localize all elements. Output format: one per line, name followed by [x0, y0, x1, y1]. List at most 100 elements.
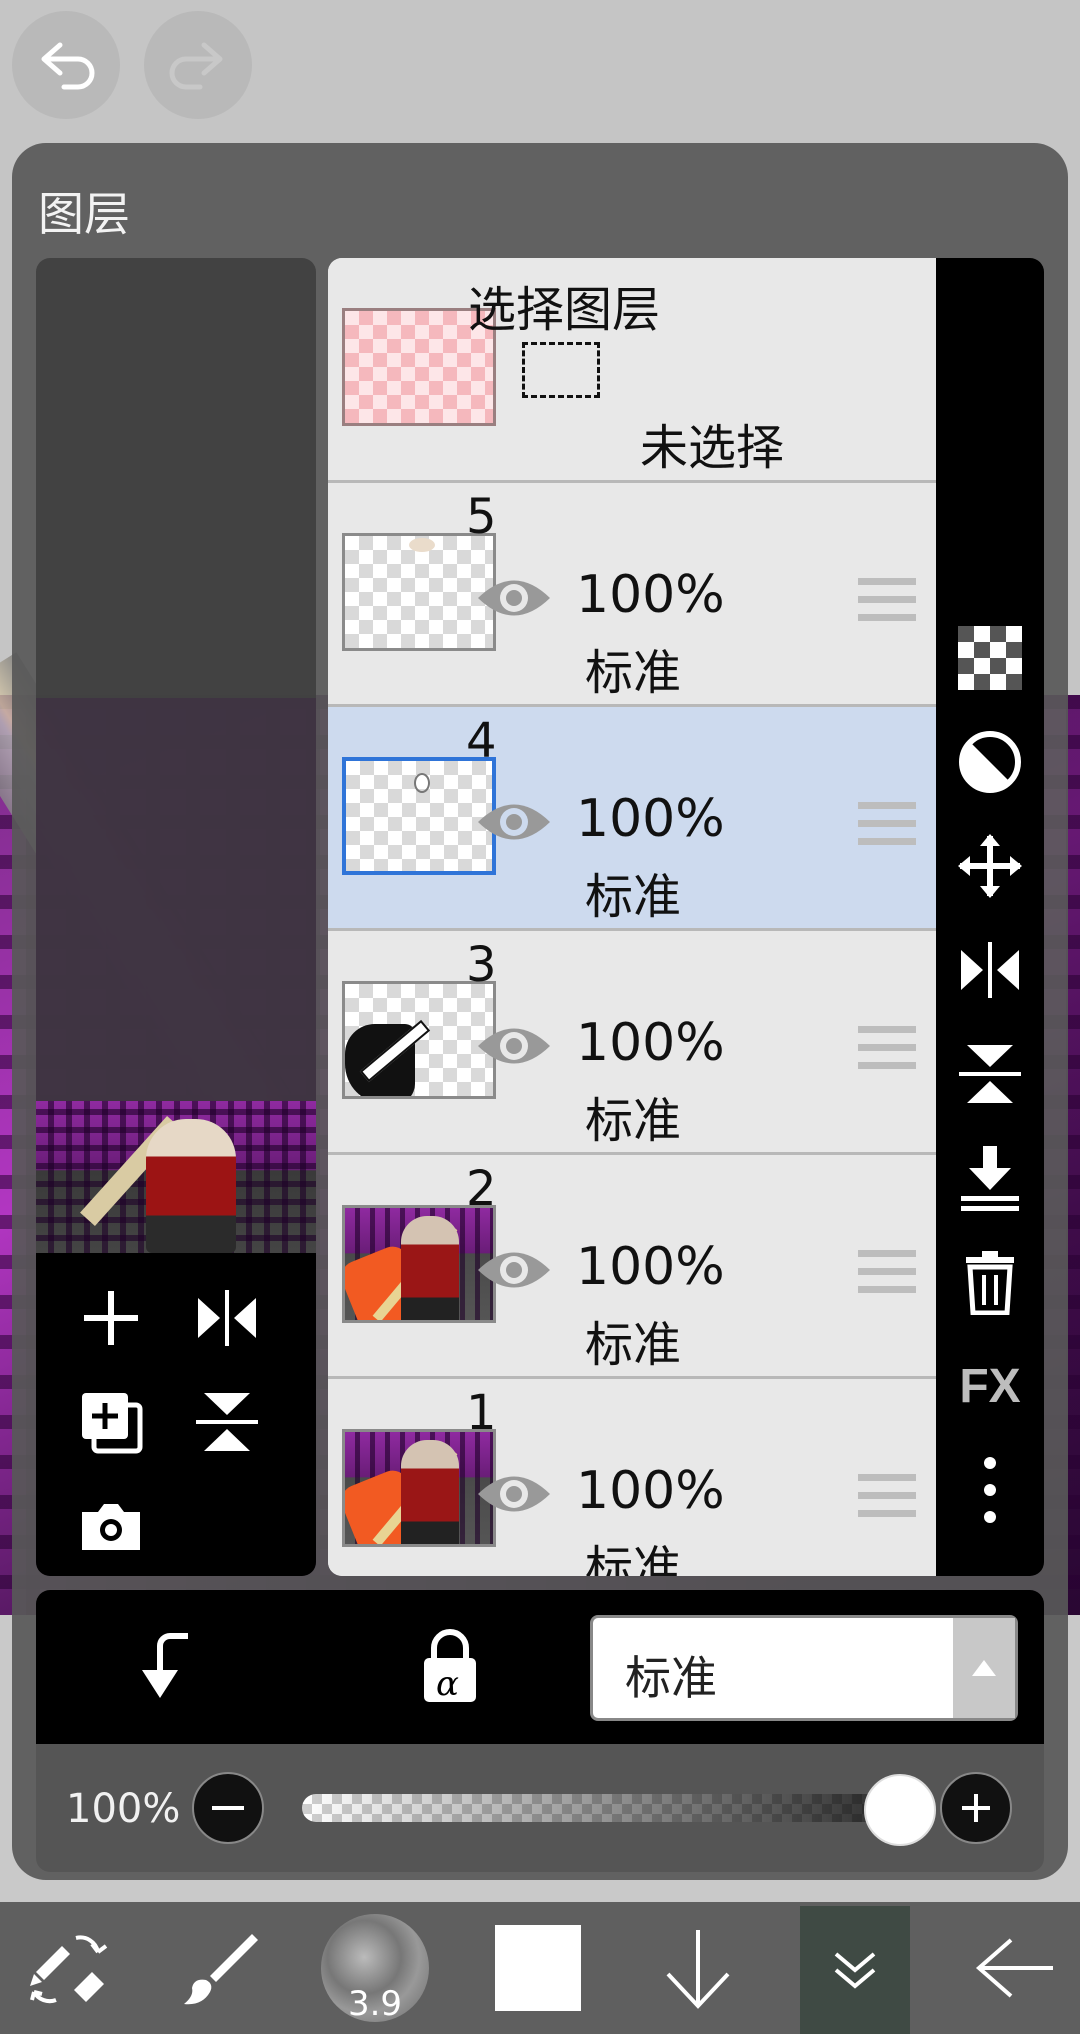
eye-icon[interactable] [474, 795, 554, 849]
layer-row-selected[interactable]: 4 100% 标准 [328, 704, 936, 928]
eye-icon[interactable] [474, 1243, 554, 1297]
layer-blend-mode: 标准 [585, 869, 682, 925]
drag-handle-icon[interactable] [858, 1474, 916, 1528]
opacity-value: 100% [66, 1786, 181, 1832]
transparency-button[interactable] [954, 622, 1026, 694]
flip-layer-vertical-button[interactable] [182, 1377, 272, 1467]
duplicate-layer-button[interactable] [66, 1377, 156, 1467]
return-down-icon [142, 1633, 188, 1698]
merge-down-button[interactable] [954, 1142, 1026, 1214]
plus-icon [84, 1291, 138, 1345]
brush-size-value: 3.9 [347, 1984, 403, 2024]
drag-handle-icon[interactable] [858, 1250, 916, 1304]
tool-swap-button[interactable] [18, 1902, 118, 2034]
layer-number: 1 [466, 1385, 497, 1441]
layer-thumbnail [342, 981, 496, 1099]
eye-icon[interactable] [474, 571, 554, 625]
clip-layer-button[interactable] [136, 1630, 196, 1706]
eye-icon[interactable] [474, 1467, 554, 1521]
undo-button[interactable] [12, 11, 120, 119]
more-vertical-icon [984, 1457, 996, 1523]
trash-icon [966, 1251, 1014, 1315]
brush-size-button[interactable]: 3.9 [320, 1902, 430, 2034]
fx-button[interactable]: FX [954, 1350, 1026, 1422]
layer-opacity: 100% [576, 1013, 725, 1073]
layer-thumbnail [342, 533, 496, 651]
layer-right-toolbar: FX [936, 258, 1044, 1576]
drag-handle-icon[interactable] [858, 1026, 916, 1080]
panel-title: 图层 [38, 187, 130, 241]
add-layer-button[interactable] [66, 1273, 156, 1363]
layer-blend-mode: 标准 [585, 1541, 682, 1576]
clipping-button[interactable] [954, 726, 1026, 798]
flip-vertical-button[interactable] [954, 1038, 1026, 1110]
blend-mode-value: 标准 [625, 1651, 717, 1705]
drag-handle-icon[interactable] [858, 802, 916, 856]
layer-opacity: 100% [576, 789, 725, 849]
layer-row[interactable]: 1 100% 标准 [328, 1376, 936, 1576]
scroll-down-button[interactable] [650, 1902, 746, 2034]
selection-status: 未选择 [640, 420, 785, 476]
flip-vertical-icon [196, 1393, 258, 1451]
back-arrow-icon [975, 1938, 1053, 1998]
flip-layer-horizontal-button[interactable] [182, 1273, 272, 1363]
undo-icon [41, 42, 95, 90]
alpha-label: α [436, 1664, 459, 1704]
checker-icon [958, 626, 1022, 690]
fx-icon: FX [959, 1359, 1021, 1413]
lock-alpha-button[interactable]: α [420, 1628, 480, 1708]
layer-number: 2 [466, 1161, 497, 1217]
blend-mode-select[interactable]: 标准 [590, 1615, 1018, 1721]
opacity-increase-button[interactable] [940, 1772, 1012, 1844]
flip-horizontal-button[interactable] [954, 934, 1026, 1006]
layer-blend-mode: 标准 [585, 1317, 682, 1373]
color-button[interactable] [490, 1902, 586, 2034]
layer-opacity: 100% [576, 1237, 725, 1297]
move-icon [958, 834, 1022, 898]
plus-icon [962, 1794, 990, 1822]
arrow-down-icon [666, 1930, 730, 2009]
half-circle-icon [959, 731, 1021, 793]
opacity-row: 100% [36, 1744, 1044, 1872]
eye-icon[interactable] [474, 1019, 554, 1073]
canvas-preview-thumbnail[interactable] [36, 1101, 316, 1253]
flip-vertical-icon [959, 1045, 1021, 1103]
brush-tool-button[interactable] [172, 1902, 272, 2034]
opacity-decrease-button[interactable] [192, 1772, 264, 1844]
bottom-toolbar: 3.9 [0, 1902, 1080, 2034]
layer-thumbnail [342, 757, 496, 875]
camera-icon [82, 1504, 140, 1550]
layer-opacity: 100% [576, 565, 725, 625]
layer-row[interactable]: 3 100% 标准 [328, 928, 936, 1152]
tool-swap-icon [30, 1935, 108, 2004]
selection-marquee-icon [522, 342, 600, 398]
delete-layer-button[interactable] [954, 1246, 1026, 1318]
opacity-slider-knob[interactable] [864, 1774, 936, 1846]
camera-button[interactable] [66, 1481, 156, 1571]
redo-button[interactable] [144, 11, 252, 119]
opacity-slider-track[interactable] [302, 1794, 914, 1822]
layer-row[interactable]: 2 100% 标准 [328, 1152, 936, 1376]
selection-layer-title: 选择图层 [468, 282, 661, 338]
layer-row[interactable]: 5 100% 标准 [328, 480, 936, 704]
duplicate-icon [82, 1393, 143, 1454]
chevron-double-down-icon [834, 1952, 876, 1989]
drag-handle-icon[interactable] [858, 578, 916, 632]
layers-list[interactable]: 选择图层 未选择 5 100% 标准 4 100% 标准 3 100% 标准 2… [328, 258, 936, 1576]
layer-tool-grid [36, 1253, 316, 1576]
layer-thumbnail [342, 1429, 496, 1547]
layer-thumbnail [342, 1205, 496, 1323]
merge-down-icon [961, 1146, 1019, 1211]
selection-layer-row[interactable]: 选择图层 未选择 [328, 258, 936, 482]
move-layer-button[interactable] [954, 830, 1026, 902]
layer-opacity: 100% [576, 1461, 725, 1521]
layers-toggle-button[interactable] [800, 1906, 910, 2034]
more-button[interactable] [954, 1454, 1026, 1526]
layer-blend-mode: 标准 [585, 1093, 682, 1149]
redo-icon [169, 42, 223, 90]
layer-blend-mode: 标准 [585, 645, 682, 701]
dropdown-arrow-icon[interactable] [953, 1618, 1015, 1718]
color-swatch [495, 1925, 581, 2011]
back-button[interactable] [960, 1902, 1070, 2034]
layer-number: 5 [466, 489, 497, 545]
